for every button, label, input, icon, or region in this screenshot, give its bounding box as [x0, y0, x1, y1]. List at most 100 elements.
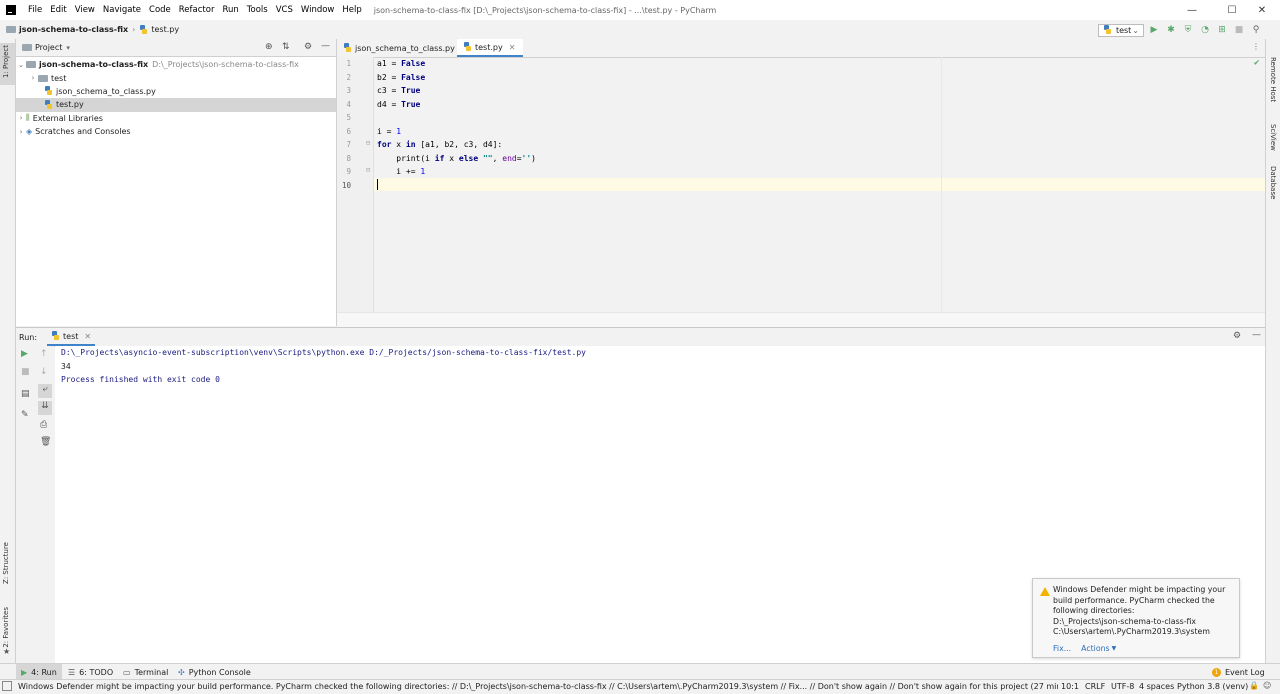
coverage-icon[interactable]: ⛨	[1181, 23, 1195, 37]
terminal-icon: ▭	[123, 667, 131, 677]
todo-icon: ☰	[68, 667, 76, 677]
lock-icon[interactable]: 🔒	[1249, 681, 1259, 690]
menu-view[interactable]: View	[71, 5, 99, 15]
rerun-icon[interactable]: ▶	[21, 349, 28, 359]
collapse-all-icon[interactable]: ⇅	[282, 42, 290, 52]
menu-window[interactable]: Window	[297, 5, 339, 15]
python-console-tool-tab[interactable]: ✣ Python Console	[178, 664, 251, 680]
file-encoding[interactable]: UTF-8	[1111, 682, 1134, 691]
down-arrow-icon[interactable]: ↓	[40, 367, 48, 377]
profile-icon[interactable]: ◔	[1198, 23, 1212, 37]
line-number: 1	[346, 59, 351, 68]
stop-icon[interactable]: ■	[21, 367, 30, 377]
breadcrumb-file[interactable]: test.py	[151, 25, 179, 34]
scroll-to-end-icon[interactable]: ⇊	[38, 401, 52, 415]
run-tool-tab[interactable]: ▶ 4: Run	[16, 664, 62, 680]
warning-icon	[1040, 587, 1050, 596]
editor-tab-bar: json_schema_to_class.py ✕ test.py ✕ ⋮	[337, 39, 1265, 58]
hide-icon[interactable]: —	[321, 41, 330, 51]
concurrency-icon[interactable]: ⊞	[1215, 23, 1229, 37]
soft-wrap-icon[interactable]: ⤶	[38, 384, 52, 398]
structure-tool-tab[interactable]: Z: Structure	[2, 542, 10, 584]
python-file-icon	[463, 42, 472, 52]
chevron-right-icon[interactable]: ›	[16, 114, 26, 122]
tree-item-file[interactable]: json_schema_to_class.py	[16, 85, 336, 98]
tab-json-schema-to-class[interactable]: json_schema_to_class.py ✕	[337, 39, 476, 57]
close-tab-icon[interactable]: ✕	[509, 43, 516, 52]
title-bar: File Edit View Navigate Code Refactor Ru…	[0, 0, 1280, 20]
menu-navigate[interactable]: Navigate	[99, 5, 145, 15]
tree-item-libraries[interactable]: › ⫼ External Libraries	[16, 112, 336, 125]
project-view-select[interactable]: Project	[35, 43, 62, 52]
menu-file[interactable]: File	[24, 5, 46, 15]
run-tab-test[interactable]: test ✕	[47, 328, 96, 346]
run-config-select[interactable]: test ⌄	[1098, 23, 1144, 37]
tree-item-folder[interactable]: › test	[16, 71, 336, 84]
menu-vcs[interactable]: VCS	[272, 5, 297, 15]
tab-list-icon[interactable]: ⋮	[1252, 42, 1260, 51]
code-token: for	[377, 140, 392, 149]
actions-link[interactable]: Actions	[1081, 644, 1109, 655]
menu-tools[interactable]: Tools	[243, 5, 272, 15]
favorites-tool-tab[interactable]: 2: Favorites	[2, 607, 10, 648]
editor-horizontal-scrollbar[interactable]	[337, 312, 1265, 327]
remote-host-tab[interactable]: Remote Host	[1269, 57, 1277, 102]
chevron-right-icon[interactable]: ›	[16, 128, 26, 136]
python-interpreter[interactable]: Python 3.8 (venv)	[1177, 682, 1248, 691]
menu-bar: File Edit View Navigate Code Refactor Ru…	[24, 5, 366, 15]
gear-icon[interactable]: ⚙	[304, 42, 312, 52]
sciview-tab[interactable]: SciView	[1269, 124, 1277, 151]
locate-icon[interactable]: ⊕	[265, 42, 273, 52]
close-button[interactable]: ✕	[1242, 0, 1280, 20]
fix-link[interactable]: Fix...	[1053, 644, 1071, 655]
code-token: else	[458, 153, 479, 163]
line-number: 2	[346, 72, 351, 82]
tab-test-py[interactable]: test.py ✕	[457, 39, 524, 57]
tree-item-root[interactable]: ⌄ json-schema-to-class-fix D:\_Projects\…	[16, 58, 336, 71]
layout-icon[interactable]: ▤	[21, 389, 30, 399]
line-separator[interactable]: CRLF	[1085, 682, 1105, 691]
run-panel-label: Run:	[19, 332, 38, 342]
menu-code[interactable]: Code	[145, 5, 175, 15]
tool-windows-toggle-icon[interactable]	[2, 681, 12, 691]
up-arrow-icon[interactable]: ↑	[40, 349, 48, 359]
debug-icon[interactable]: ✱	[1164, 23, 1178, 37]
stop-icon[interactable]: ■	[1232, 23, 1246, 37]
code-token: end	[502, 153, 517, 163]
menu-run[interactable]: Run	[218, 5, 242, 15]
terminal-tool-tab[interactable]: ▭ Terminal	[123, 664, 168, 680]
tree-item-scratches[interactable]: › ◈ Scratches and Consoles	[16, 125, 336, 138]
event-log-tool-tab[interactable]: 1 Event Log	[1212, 664, 1265, 680]
inspector-icon[interactable]: ☺	[1263, 681, 1271, 690]
breadcrumb-project[interactable]: json-schema-to-class-fix	[19, 25, 128, 34]
print-icon[interactable]: ⎙	[40, 420, 47, 430]
indent-setting[interactable]: 4 spaces	[1139, 682, 1174, 691]
project-tool-tab[interactable]: 1: Project	[2, 45, 10, 78]
pin-icon[interactable]: ✎	[21, 410, 29, 420]
inspection-ok-icon[interactable]: ✔	[1254, 58, 1259, 68]
chevron-down-icon[interactable]: ▾	[66, 44, 70, 52]
run-toolbar: ▶ ■ ▤ ✎ ↑ ↓ ⤶ ⇊ ⎙ 🗑	[16, 346, 54, 663]
gear-icon[interactable]: ⚙	[1233, 331, 1241, 341]
hide-icon[interactable]: —	[1252, 330, 1261, 340]
menu-edit[interactable]: Edit	[46, 5, 70, 15]
fold-end-icon[interactable]: ⊟	[366, 166, 370, 174]
python-file-icon	[1103, 25, 1112, 35]
chevron-down-icon[interactable]: ▼	[1112, 644, 1117, 655]
run-icon[interactable]: ▶	[1147, 23, 1161, 37]
menu-refactor[interactable]: Refactor	[175, 5, 219, 15]
menu-help[interactable]: Help	[338, 5, 365, 15]
code-editor[interactable]: a1 = False b2 = False c3 = True d4 = Tru…	[374, 57, 1265, 312]
chevron-right-icon[interactable]: ›	[28, 74, 38, 82]
status-message[interactable]: Windows Defender might be impacting your…	[18, 682, 1058, 691]
chevron-down-icon[interactable]: ⌄	[16, 61, 26, 69]
search-everywhere-icon[interactable]: ⚲	[1249, 23, 1263, 37]
caret-position[interactable]: 10:1	[1061, 682, 1079, 691]
minimize-button[interactable]: —	[1172, 0, 1212, 20]
fold-icon[interactable]: ⊟	[366, 139, 370, 147]
database-tab[interactable]: Database	[1269, 166, 1277, 199]
trash-icon[interactable]: 🗑	[40, 437, 51, 447]
close-tab-icon[interactable]: ✕	[84, 332, 91, 341]
tree-item-file-selected[interactable]: test.py	[16, 98, 336, 112]
todo-tool-tab[interactable]: ☰ 6: TODO	[68, 664, 113, 680]
